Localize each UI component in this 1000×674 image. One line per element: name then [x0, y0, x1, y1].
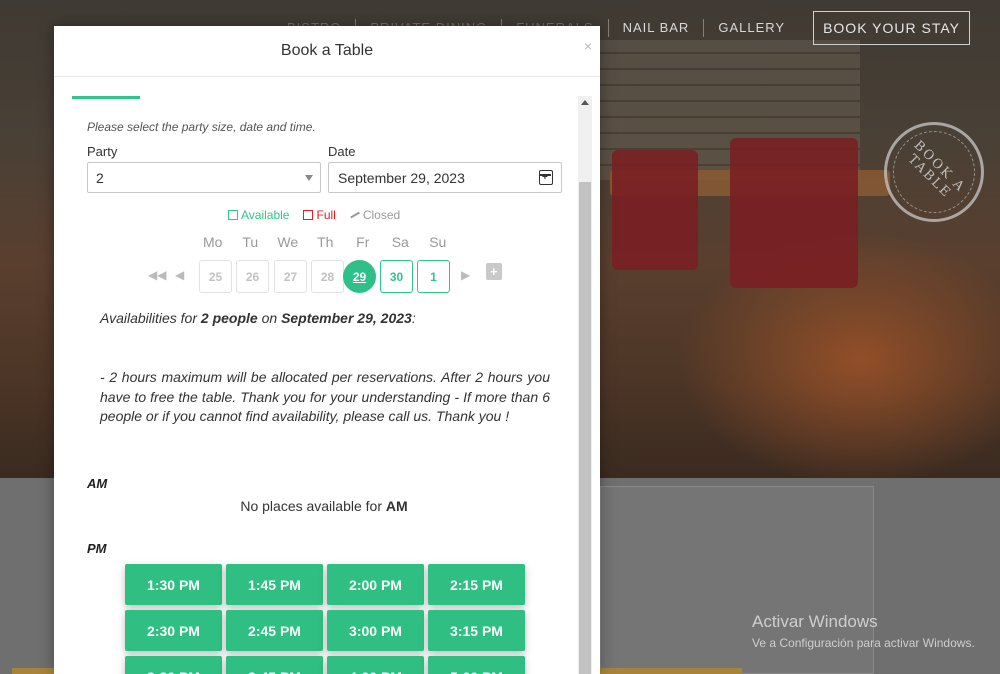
modal-body: Please select the party size, date and t… [54, 78, 600, 674]
day-1[interactable]: 1 [417, 260, 450, 293]
time-slot-button[interactable]: 5:00 PM [428, 656, 525, 674]
availability-legend: Available Full Closed [228, 208, 400, 222]
legend-full: Full [303, 208, 336, 222]
time-slot-button[interactable]: 1:45 PM [226, 564, 323, 605]
instructions-text: Please select the party size, date and t… [87, 120, 316, 134]
weekday-label: Su [429, 234, 447, 250]
background-chair [730, 138, 858, 288]
day-27: 27 [274, 260, 307, 293]
legend-full-label: Full [316, 208, 336, 222]
availability-date: September 29, 2023 [281, 310, 412, 326]
day-29-selected[interactable]: 29 [343, 260, 376, 293]
full-square-icon [303, 210, 314, 220]
book-table-modal: Book a Table × Please select the party s… [54, 26, 600, 674]
prev-week-icon[interactable]: ◀ [175, 268, 184, 282]
scrollbar-thumb[interactable] [579, 182, 591, 674]
party-select[interactable]: 2 [87, 162, 321, 193]
book-your-stay-button[interactable]: BOOK YOUR STAY [813, 11, 970, 45]
stamp-text: BOOK A TABLE [904, 137, 969, 202]
next-week-icon[interactable]: ▶ [461, 268, 470, 282]
date-label: Date [328, 144, 356, 159]
scroll-up-arrow-icon[interactable] [581, 100, 589, 105]
chevron-down-icon [305, 175, 313, 181]
date-value: September 29, 2023 [338, 170, 465, 186]
activate-subtitle: Ve a Configuración para activar Windows. [752, 636, 975, 650]
week-day-picker: ◀◀ ◀ 25 26 27 28 29 30 1 ▶ [144, 258, 524, 293]
legend-available: Available [228, 208, 289, 222]
weekday-label: Fr [356, 234, 370, 250]
time-slot-button[interactable]: 3:15 PM [428, 610, 525, 651]
book-a-table-stamp[interactable]: BOOK A TABLE [884, 122, 984, 222]
weekday-label: Tu [242, 234, 259, 250]
calendar-plus-icon[interactable] [486, 263, 502, 280]
no-places-period: AM [385, 498, 408, 514]
legend-available-label: Available [241, 208, 290, 222]
no-places-message: No places available for AM [54, 498, 594, 514]
time-slot-button[interactable]: 4:00 PM [327, 656, 424, 674]
time-slot-button[interactable]: 2:00 PM [327, 564, 424, 605]
first-week-icon[interactable]: ◀◀ [148, 268, 166, 282]
windows-activation-watermark: Activar Windows Ve a Configuración para … [752, 612, 975, 650]
day-26: 26 [236, 260, 269, 293]
party-value: 2 [96, 170, 104, 186]
date-field[interactable]: September 29, 2023 [328, 162, 562, 193]
time-slot-button[interactable]: 3:30 PM [125, 656, 222, 674]
nav-nail-bar[interactable]: NAIL BAR [609, 19, 705, 37]
am-section-label: AM [87, 476, 108, 491]
weekday-label: Sa [391, 234, 409, 250]
step-progress-bar [72, 96, 140, 99]
pm-section-label: PM [87, 541, 107, 556]
background-chair [612, 150, 698, 270]
day-28: 28 [311, 260, 344, 293]
calendar-add-icon[interactable] [539, 170, 553, 185]
availability-people: 2 people [200, 310, 258, 326]
modal-title: Book a Table [280, 42, 374, 59]
time-slot-button[interactable]: 3:00 PM [327, 610, 424, 651]
time-slot-button[interactable]: 1:30 PM [125, 564, 222, 605]
pm-time-slots: 1:30 PM 1:45 PM 2:00 PM 2:15 PM 2:30 PM … [125, 564, 525, 674]
weekday-header: Mo Tu We Th Fr Sa Su [194, 234, 457, 250]
availability-suffix: : [411, 310, 416, 326]
legend-closed-label: Closed [362, 208, 401, 222]
time-slot-button[interactable]: 2:15 PM [428, 564, 525, 605]
day-25: 25 [199, 260, 232, 293]
close-icon[interactable]: × [580, 38, 596, 54]
time-slot-button[interactable]: 2:30 PM [125, 610, 222, 651]
weekday-label: Th [317, 234, 334, 250]
activate-title: Activar Windows [752, 612, 878, 631]
weekday-label: Mo [203, 234, 223, 250]
party-label: Party [87, 144, 118, 159]
no-places-text: No places available for [240, 498, 386, 514]
availability-heading: Availabilities for 2 people on September… [100, 310, 416, 326]
day-30[interactable]: 30 [380, 260, 413, 293]
time-slot-button[interactable]: 3:45 PM [226, 656, 323, 674]
availability-on: on [257, 310, 282, 326]
availability-prefix: Availabilities for [100, 310, 201, 326]
weekday-label: We [277, 234, 299, 250]
nav-gallery[interactable]: GALLERY [704, 19, 799, 37]
time-slot-button[interactable]: 2:45 PM [226, 610, 323, 651]
modal-header: Book a Table × [54, 26, 600, 77]
closed-slash-icon [350, 211, 360, 219]
booking-notice: - 2 hours maximum will be allocated per … [100, 369, 550, 424]
available-square-icon [228, 210, 238, 220]
legend-closed: Closed [350, 208, 400, 222]
